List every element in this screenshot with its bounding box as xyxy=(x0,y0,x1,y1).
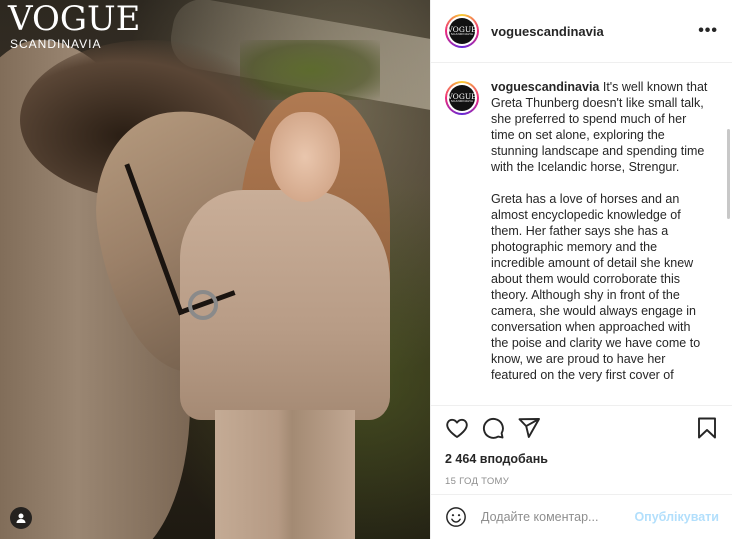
share-icon[interactable] xyxy=(517,416,541,440)
likes-count[interactable]: 2 464 вподобань xyxy=(445,452,719,466)
post-comment-button[interactable]: Опублікувати xyxy=(634,510,719,524)
caption-avatar-ring: VOGUE SCANDINAVIA xyxy=(447,83,477,113)
post-side-panel: VOGUE SCANDINAVIA voguescandinavia ••• V… xyxy=(430,0,732,539)
caption-row: VOGUE SCANDINAVIA voguescandinavia It's … xyxy=(445,79,718,399)
vogue-logo-subtitle: SCANDINAVIA xyxy=(10,37,102,51)
avatar-ring: VOGUE SCANDINAVIA xyxy=(447,16,477,46)
caption-avatar-logo: VOGUE SCANDINAVIA xyxy=(447,85,477,111)
comments-area[interactable]: VOGUE SCANDINAVIA voguescandinavia It's … xyxy=(431,63,732,404)
comment-input[interactable] xyxy=(481,510,631,524)
comments-scrollbar[interactable] xyxy=(727,129,730,219)
user-tag-button[interactable] xyxy=(10,507,32,529)
header-avatar[interactable]: VOGUE SCANDINAVIA xyxy=(445,14,479,48)
avatar-logo: VOGUE SCANDINAVIA xyxy=(447,18,477,44)
post-actions: 2 464 вподобань 15 ГОД ТОМУ xyxy=(431,405,732,487)
vogue-logo-title: VOGUE xyxy=(8,0,141,39)
bookmark-icon[interactable] xyxy=(695,416,719,440)
comment-icon[interactable] xyxy=(481,416,505,440)
photo-bridle-ring xyxy=(188,290,218,320)
caption-paragraph-1: It's well known that Greta Thunberg does… xyxy=(491,80,708,174)
add-comment-bar: Опублікувати xyxy=(431,494,732,539)
user-tag-icon xyxy=(16,513,26,523)
caption-username[interactable]: voguescandinavia xyxy=(491,80,599,94)
caption-avatar-logo-subtext: SCANDINAVIA xyxy=(450,99,474,104)
post-timestamp[interactable]: 15 ГОД ТОМУ xyxy=(445,476,719,487)
post-header: VOGUE SCANDINAVIA voguescandinavia ••• xyxy=(431,0,732,63)
caption-avatar[interactable]: VOGUE SCANDINAVIA xyxy=(445,81,479,115)
emoji-icon[interactable] xyxy=(445,506,467,528)
action-icons-row xyxy=(445,416,719,440)
heart-icon[interactable] xyxy=(445,416,469,440)
header-username[interactable]: voguescandinavia xyxy=(491,24,604,39)
photo-girl-legs xyxy=(215,410,355,539)
more-options-button[interactable]: ••• xyxy=(698,22,718,40)
avatar-logo-subtext: SCANDINAVIA xyxy=(450,32,474,37)
photo-girl-face xyxy=(270,112,340,202)
post-photo[interactable]: VOGUE SCANDINAVIA xyxy=(0,0,430,539)
caption-text: voguescandinavia It's well known that Gr… xyxy=(491,79,711,399)
caption-paragraph-2: Greta has a love of horses and an almost… xyxy=(491,192,701,382)
